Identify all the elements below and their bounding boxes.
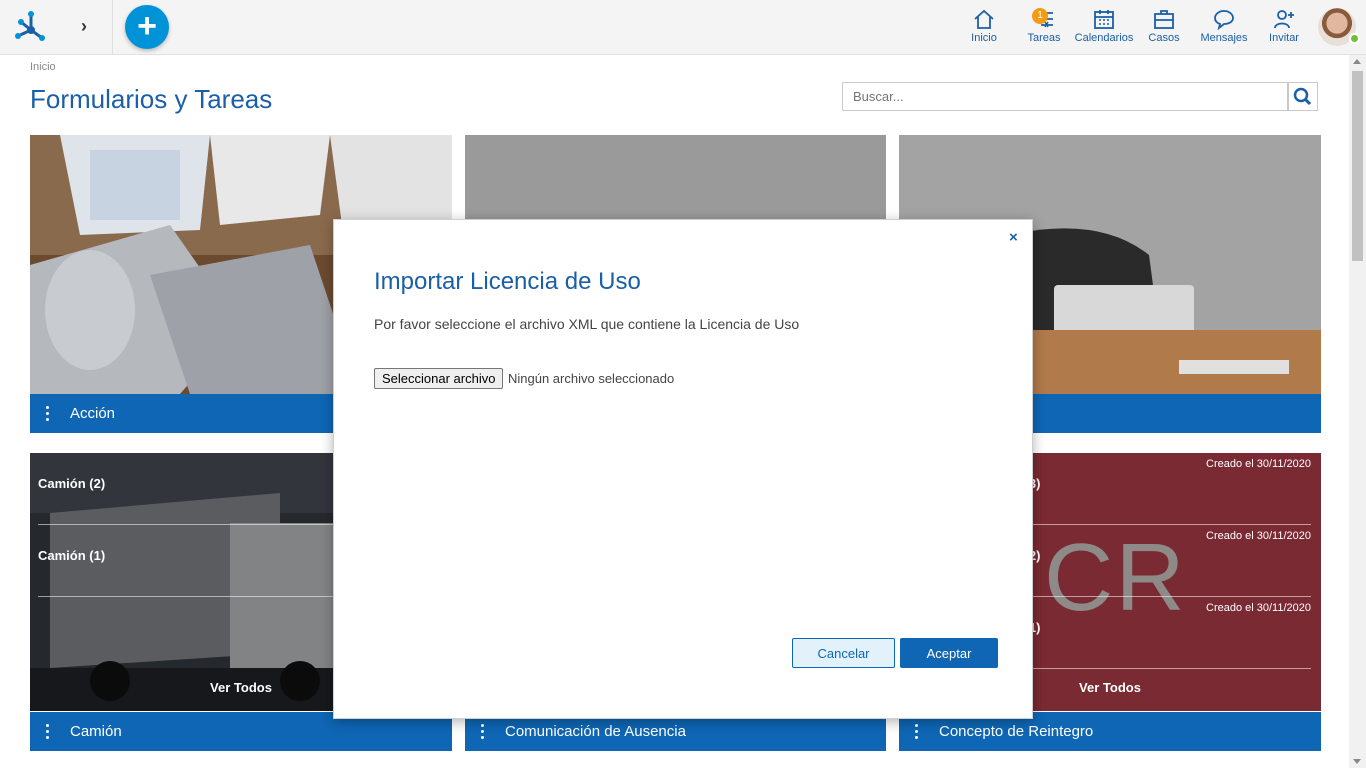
calendar-icon <box>1094 10 1114 29</box>
breadcrumb[interactable]: Inicio <box>30 61 56 73</box>
dialog-title: Importar Licencia de Uso <box>374 268 641 295</box>
add-button[interactable]: + <box>125 5 169 49</box>
page-title: Formularios y Tareas <box>30 84 273 114</box>
tasks-badge: 1 <box>1032 8 1048 24</box>
nav-invitar[interactable]: Invitar <box>1264 8 1304 48</box>
scrollbar-thumb[interactable] <box>1352 71 1363 261</box>
search-icon <box>1293 87 1312 106</box>
online-status-icon <box>1349 33 1360 44</box>
search-input[interactable] <box>842 82 1288 111</box>
nav-label: Invitar <box>1269 32 1299 44</box>
accept-button[interactable]: Aceptar <box>900 638 998 668</box>
scroll-down-icon[interactable] <box>1353 759 1361 764</box>
nav-label: Tareas <box>1027 32 1061 44</box>
briefcase-icon <box>1154 10 1174 29</box>
dialog-description: Por favor seleccione el archivo XML que … <box>374 316 800 332</box>
card-title: Concepto de Reintegro <box>939 723 1094 740</box>
kebab-menu-icon[interactable] <box>46 724 50 740</box>
add-user-icon <box>1274 10 1294 29</box>
nav-label: Inicio <box>971 32 997 44</box>
nav-label: Mensajes <box>1200 32 1248 44</box>
nav-calendarios[interactable]: Calendarios <box>1074 8 1134 48</box>
close-icon[interactable]: × <box>1009 229 1018 246</box>
nav-label: Casos <box>1148 32 1180 44</box>
nav-inicio[interactable]: Inicio <box>964 8 1004 48</box>
app-logo-icon[interactable] <box>12 8 50 46</box>
list-item-title: Camión (2) <box>38 476 106 491</box>
nav-casos[interactable]: Casos <box>1144 8 1184 48</box>
nav-label: Calendarios <box>1074 32 1134 44</box>
scroll-up-icon[interactable] <box>1353 59 1361 64</box>
chevron-right-icon[interactable]: › <box>74 16 94 36</box>
list-item-date: Creado el 30/11/2020 <box>1206 602 1311 614</box>
select-file-button[interactable]: Seleccionar archivo <box>374 368 504 389</box>
cancel-button[interactable]: Cancelar <box>792 638 895 668</box>
nav-mensajes[interactable]: Mensajes <box>1198 8 1250 48</box>
divider <box>112 0 113 54</box>
list-item-title: Camión (1) <box>38 548 106 563</box>
search-button[interactable] <box>1288 82 1318 111</box>
card-title: Acción <box>70 405 116 422</box>
card-title: Camión <box>70 723 122 740</box>
page-scrollbar[interactable] <box>1349 55 1366 768</box>
list-item-date: Creado el 30/11/2020 <box>1206 458 1311 470</box>
kebab-menu-icon[interactable] <box>915 724 919 740</box>
card-title: Comunicación de Ausencia <box>505 723 686 740</box>
kebab-menu-icon[interactable] <box>481 724 485 740</box>
import-license-dialog: × Importar Licencia de Uso Por favor sel… <box>333 219 1033 719</box>
home-icon <box>974 9 994 29</box>
list-item-date: Creado el 30/11/2020 <box>1206 530 1311 542</box>
nav-tareas[interactable]: 1 Tareas <box>1024 8 1064 48</box>
kebab-menu-icon[interactable] <box>46 406 50 422</box>
top-bar: › + Inicio 1 Tareas Calendarios Casos Me… <box>0 0 1366 55</box>
file-status: Ningún archivo seleccionado <box>508 371 675 386</box>
chat-icon <box>1214 10 1234 30</box>
